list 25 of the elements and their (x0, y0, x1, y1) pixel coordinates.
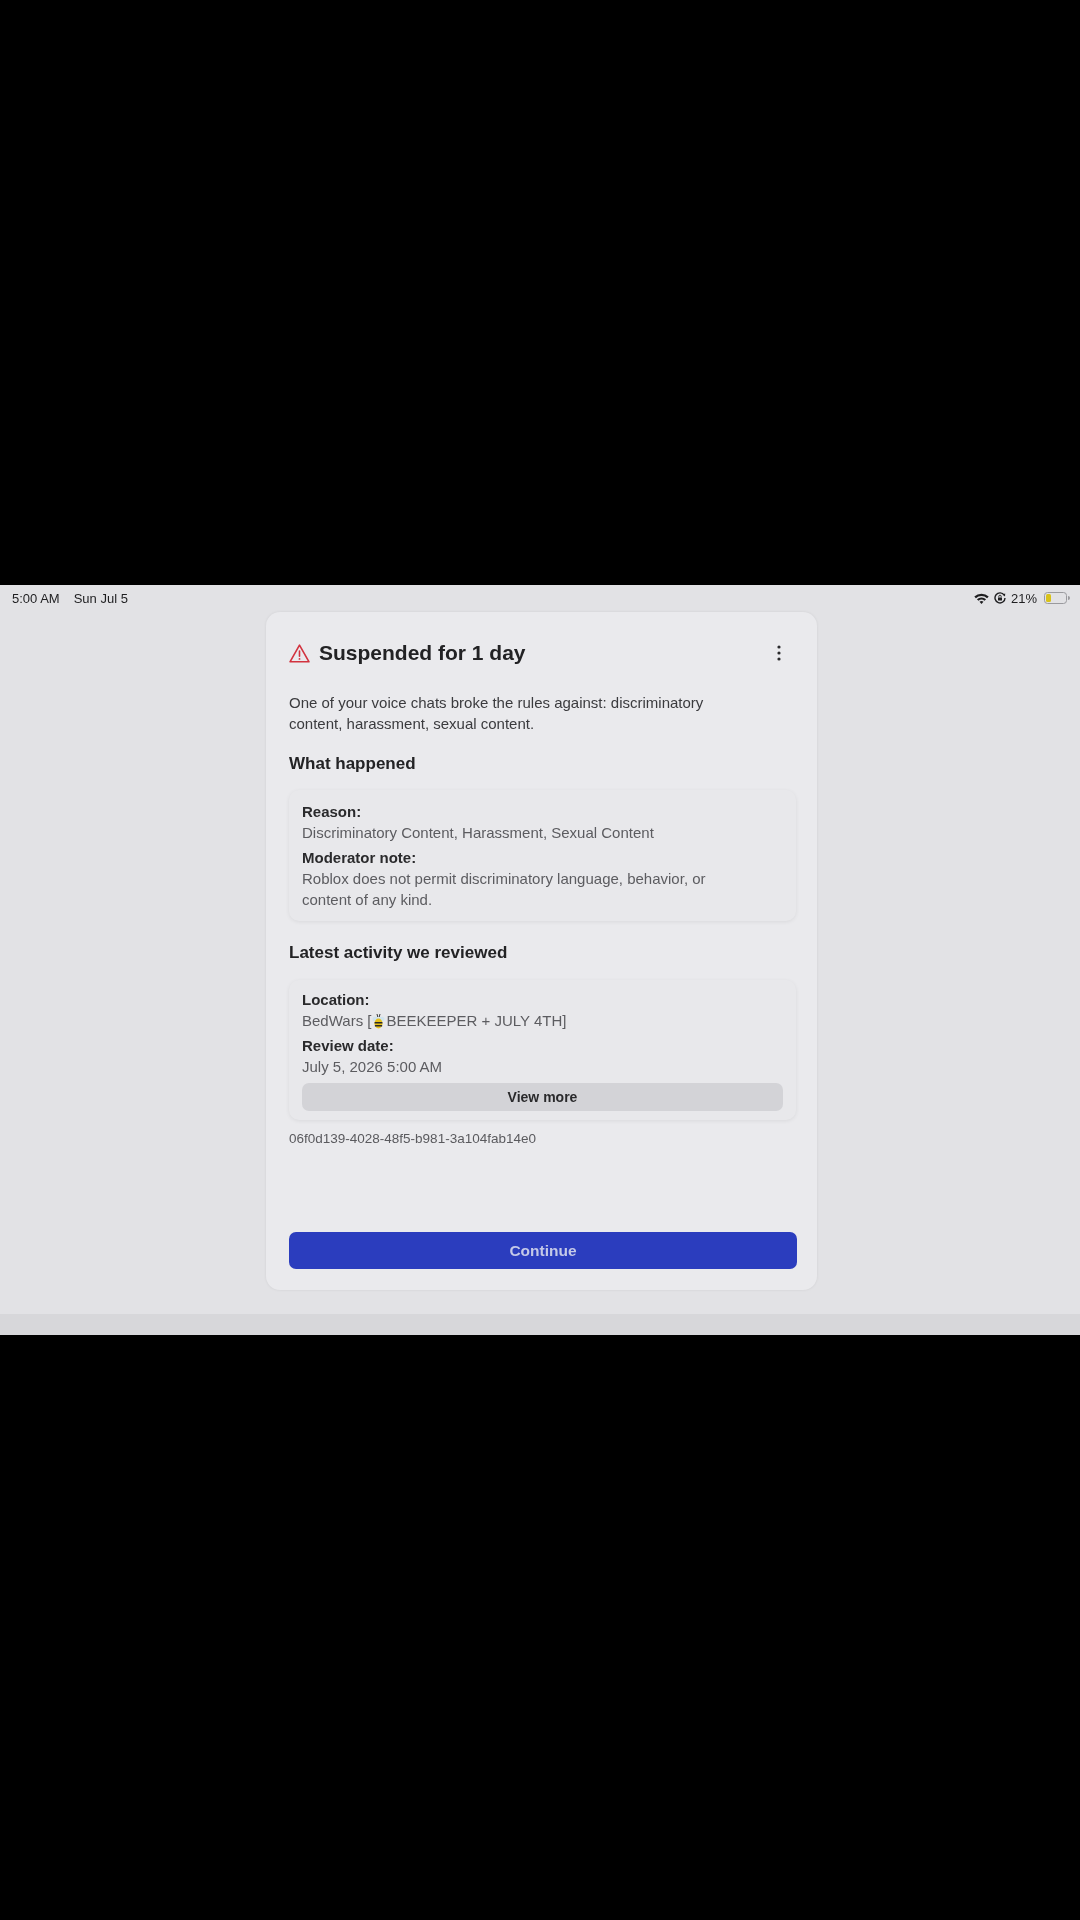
field-value: BedWars [ (302, 1011, 372, 1031)
field-label: Location: (302, 990, 371, 1010)
section-heading: Latest activity we reviewed (289, 942, 509, 964)
battery-percent: 21% (1010, 590, 1037, 606)
field-value: BEEKEEPER + JULY 4TH] (386, 1011, 567, 1031)
rotation-lock-icon (993, 592, 1006, 604)
field-value: Roblox does not permit discriminatory language, behavior, or content of any kind. (302, 869, 707, 910)
warning-icon (289, 643, 310, 663)
more-options-icon[interactable] (777, 645, 781, 661)
dialog-title: Suspended for 1 day (319, 641, 527, 665)
status-time: 5:00 AM (12, 590, 60, 606)
wifi-icon (973, 592, 989, 604)
field-value: July 5, 2026 5:00 AM (302, 1057, 444, 1077)
field-value: Discriminatory Content, Harassment, Sexual Content (302, 823, 655, 843)
dialog-description: One of your voice chats broke the rules against: discriminatory content, harassment, sexual content. (289, 693, 705, 734)
continue-button[interactable]: Continue (289, 1232, 797, 1269)
view-more-button[interactable]: View more (302, 1083, 783, 1111)
bee-icon (372, 1012, 386, 1029)
field-label: Review date: (302, 1036, 395, 1056)
field-label: Reason: (302, 802, 363, 822)
section-heading: What happened (289, 753, 417, 775)
reference-id: 06f0d139-4028-48f5-b981-3a104fab14e0 (289, 1130, 537, 1148)
field-label: Moderator note: (302, 848, 418, 868)
status-date: Sun Jul 5 (73, 590, 128, 606)
battery-icon (1044, 592, 1070, 604)
